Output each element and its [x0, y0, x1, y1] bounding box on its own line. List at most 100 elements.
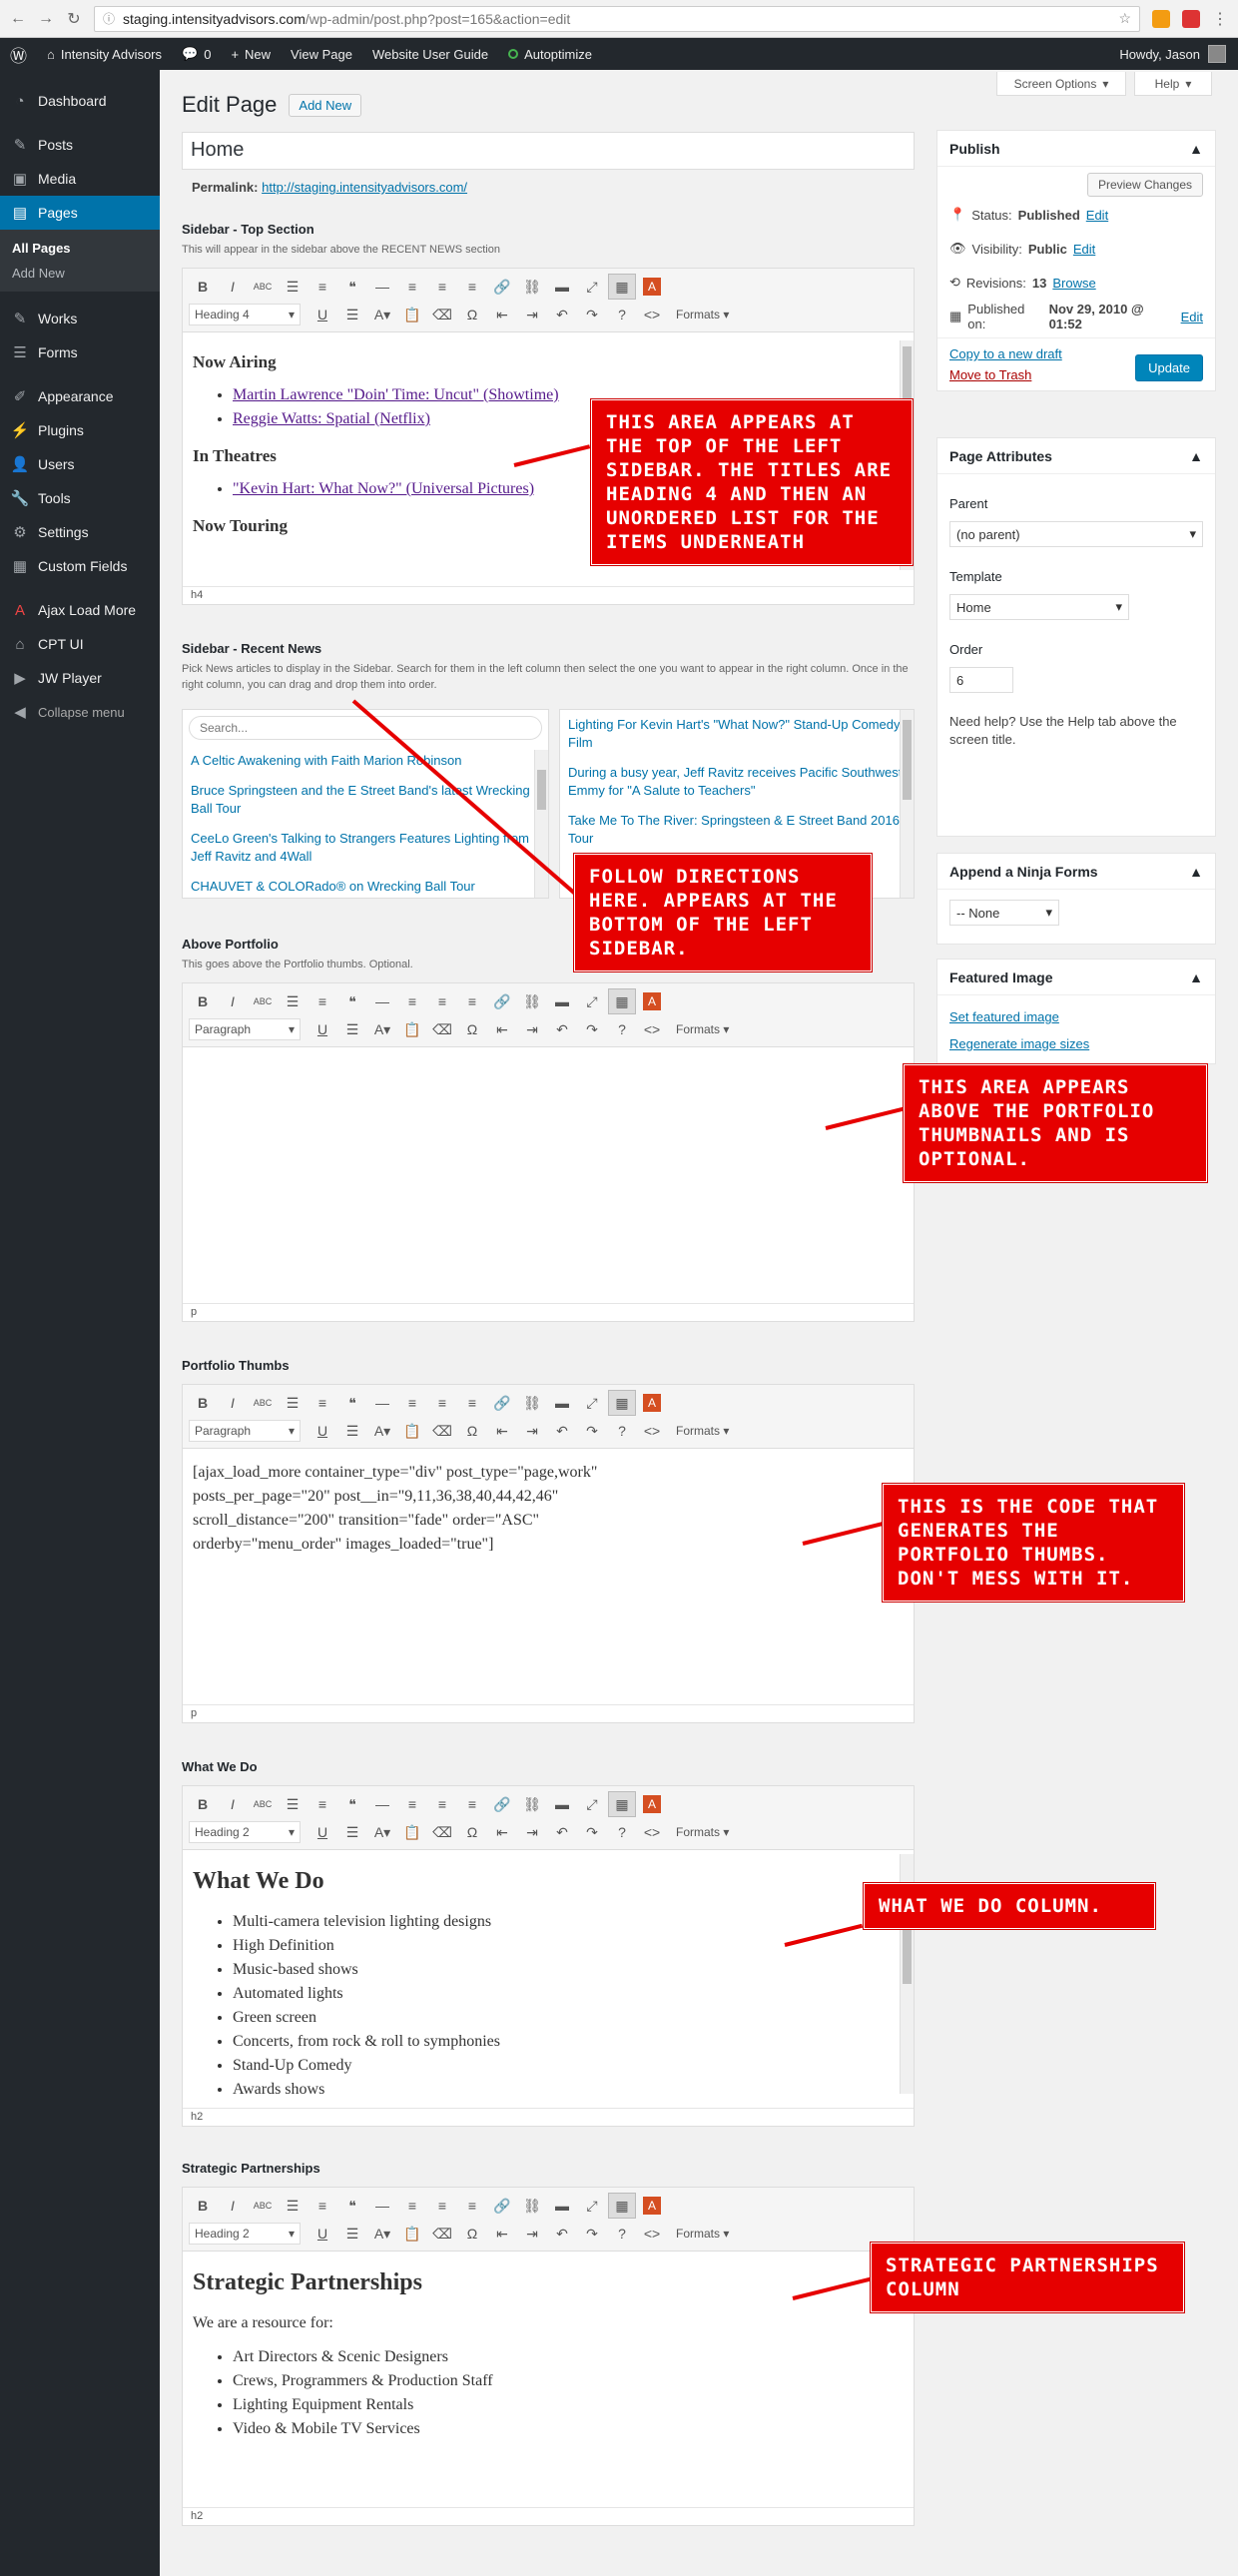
code-icon[interactable]: <> [638, 1418, 666, 1444]
bold-icon[interactable]: B [189, 1791, 217, 1817]
outdent-icon[interactable]: ⇤ [488, 1819, 516, 1845]
help-icon[interactable]: ? [608, 1819, 636, 1845]
news-option[interactable]: Bruce Springsteen and the E Street Band'… [183, 776, 548, 824]
editor-content[interactable]: [ajax_load_more container_type="div" pos… [183, 1449, 914, 1704]
formats-menu[interactable]: Formats ▾ [668, 1022, 737, 1036]
ninja-form-select[interactable]: -- None ▾ [949, 900, 1059, 926]
outdent-icon[interactable]: ⇤ [488, 302, 516, 327]
text-color-icon[interactable]: A [638, 274, 666, 300]
blockquote-icon[interactable]: ❝ [338, 1390, 366, 1416]
scrollbar[interactable] [900, 710, 914, 898]
help-icon[interactable]: ? [608, 302, 636, 327]
formats-menu[interactable]: Formats ▾ [668, 1424, 737, 1438]
special-char-icon[interactable]: Ω [458, 1418, 486, 1444]
clear-format-icon[interactable]: ⌫ [428, 1016, 456, 1042]
link-icon[interactable]: 🔗 [488, 1791, 516, 1817]
content-link[interactable]: Martin Lawrence "Doin' Time: Uncut" (Sho… [233, 386, 559, 403]
scrollbar[interactable] [534, 750, 548, 898]
align-right-icon[interactable]: ≡ [458, 274, 486, 300]
justify-icon[interactable]: ☰ [338, 1418, 366, 1444]
blockquote-icon[interactable]: ❝ [338, 2193, 366, 2219]
undo-icon[interactable]: ↶ [548, 2221, 576, 2247]
special-char-icon[interactable]: Ω [458, 302, 486, 327]
underline-icon[interactable]: U [309, 1016, 336, 1042]
toolbar-toggle-icon[interactable]: ▦ [608, 1390, 636, 1416]
add-new-page-button[interactable]: Add New [289, 93, 362, 117]
bold-icon[interactable]: B [189, 274, 217, 300]
code-icon[interactable]: <> [638, 302, 666, 327]
ninja-forms-header[interactable]: Append a Ninja Forms ▲ [937, 854, 1215, 890]
bullet-list-icon[interactable]: ☰ [279, 1791, 307, 1817]
browse-revisions-link[interactable]: Browse [1052, 276, 1095, 291]
comments-button[interactable]: 💬 0 [172, 38, 221, 70]
permalink-link[interactable]: http://staging.intensityadvisors.com/ [262, 180, 467, 195]
help-icon[interactable]: ? [608, 2221, 636, 2247]
clear-format-icon[interactable]: ⌫ [428, 1418, 456, 1444]
special-char-icon[interactable]: Ω [458, 1819, 486, 1845]
toolbar-toggle-icon[interactable]: ▦ [608, 1791, 636, 1817]
italic-icon[interactable]: I [219, 274, 247, 300]
format-select[interactable]: Paragraph ▾ [189, 1018, 301, 1040]
formats-menu[interactable]: Formats ▾ [668, 1825, 737, 1839]
extension-icon[interactable] [1152, 9, 1170, 28]
horizontal-line-icon[interactable]: — [368, 1390, 396, 1416]
help-icon[interactable]: ? [608, 1016, 636, 1042]
format-select[interactable]: Heading 2 ▾ [189, 1821, 301, 1843]
font-color-icon[interactable]: A▾ [368, 302, 396, 327]
publish-header[interactable]: Publish ▲ [937, 131, 1215, 167]
outdent-icon[interactable]: ⇤ [488, 2221, 516, 2247]
read-more-icon[interactable]: ▬ [548, 988, 576, 1014]
regenerate-image-sizes-link[interactable]: Regenerate image sizes [949, 1036, 1203, 1051]
underline-icon[interactable]: U [309, 2221, 336, 2247]
link-icon[interactable]: 🔗 [488, 274, 516, 300]
horizontal-line-icon[interactable]: — [368, 2193, 396, 2219]
redo-icon[interactable]: ↷ [578, 302, 606, 327]
menu-jw-player[interactable]: ▶ JW Player [0, 661, 160, 695]
align-center-icon[interactable]: ≡ [428, 1390, 456, 1416]
redo-icon[interactable]: ↷ [578, 1418, 606, 1444]
code-icon[interactable]: <> [638, 1016, 666, 1042]
unlink-icon[interactable]: ⛓ [518, 274, 546, 300]
menu-dashboard[interactable]: ◔ Dashboard [0, 84, 160, 118]
align-left-icon[interactable]: ≡ [398, 988, 426, 1014]
numbered-list-icon[interactable]: ≡ [309, 1791, 336, 1817]
submenu-all-pages[interactable]: All Pages [0, 236, 160, 261]
redo-icon[interactable]: ↷ [578, 1016, 606, 1042]
bookmark-star-icon[interactable]: ☆ [1118, 10, 1131, 27]
align-center-icon[interactable]: ≡ [428, 274, 456, 300]
justify-icon[interactable]: ☰ [338, 2221, 366, 2247]
menu-media[interactable]: ▣ Media [0, 162, 160, 196]
extension-icon[interactable] [1182, 9, 1200, 28]
view-page-link[interactable]: View Page [281, 38, 362, 70]
font-color-icon[interactable]: A▾ [368, 1819, 396, 1845]
indent-icon[interactable]: ⇥ [518, 302, 546, 327]
edit-visibility-link[interactable]: Edit [1073, 242, 1095, 257]
bullet-list-icon[interactable]: ☰ [279, 988, 307, 1014]
bold-icon[interactable]: B [189, 2193, 217, 2219]
italic-icon[interactable]: I [219, 1791, 247, 1817]
bullet-list-icon[interactable]: ☰ [279, 1390, 307, 1416]
numbered-list-icon[interactable]: ≡ [309, 274, 336, 300]
font-color-icon[interactable]: A▾ [368, 1016, 396, 1042]
menu-plugins[interactable]: ⚡ Plugins [0, 413, 160, 447]
help-button[interactable]: Help ▾ [1134, 72, 1212, 96]
justify-icon[interactable]: ☰ [338, 1016, 366, 1042]
redo-icon[interactable]: ↷ [578, 1819, 606, 1845]
align-center-icon[interactable]: ≡ [428, 988, 456, 1014]
text-color-icon[interactable]: A [638, 988, 666, 1014]
menu-posts[interactable]: ✎ Posts [0, 128, 160, 162]
indent-icon[interactable]: ⇥ [518, 1819, 546, 1845]
justify-icon[interactable]: ☰ [338, 302, 366, 327]
undo-icon[interactable]: ↶ [548, 1016, 576, 1042]
horizontal-line-icon[interactable]: — [368, 988, 396, 1014]
bold-icon[interactable]: B [189, 988, 217, 1014]
back-icon[interactable]: ← [10, 10, 26, 28]
redo-icon[interactable]: ↷ [578, 2221, 606, 2247]
link-icon[interactable]: 🔗 [488, 988, 516, 1014]
news-option[interactable]: CeeLo Green's Talking to Strangers Featu… [183, 824, 548, 872]
menu-pages[interactable]: ▤ Pages [0, 196, 160, 230]
blockquote-icon[interactable]: ❝ [338, 274, 366, 300]
horizontal-line-icon[interactable]: — [368, 274, 396, 300]
paste-text-icon[interactable]: 📋 [398, 2221, 426, 2247]
template-select[interactable]: Home ▾ [949, 594, 1129, 620]
